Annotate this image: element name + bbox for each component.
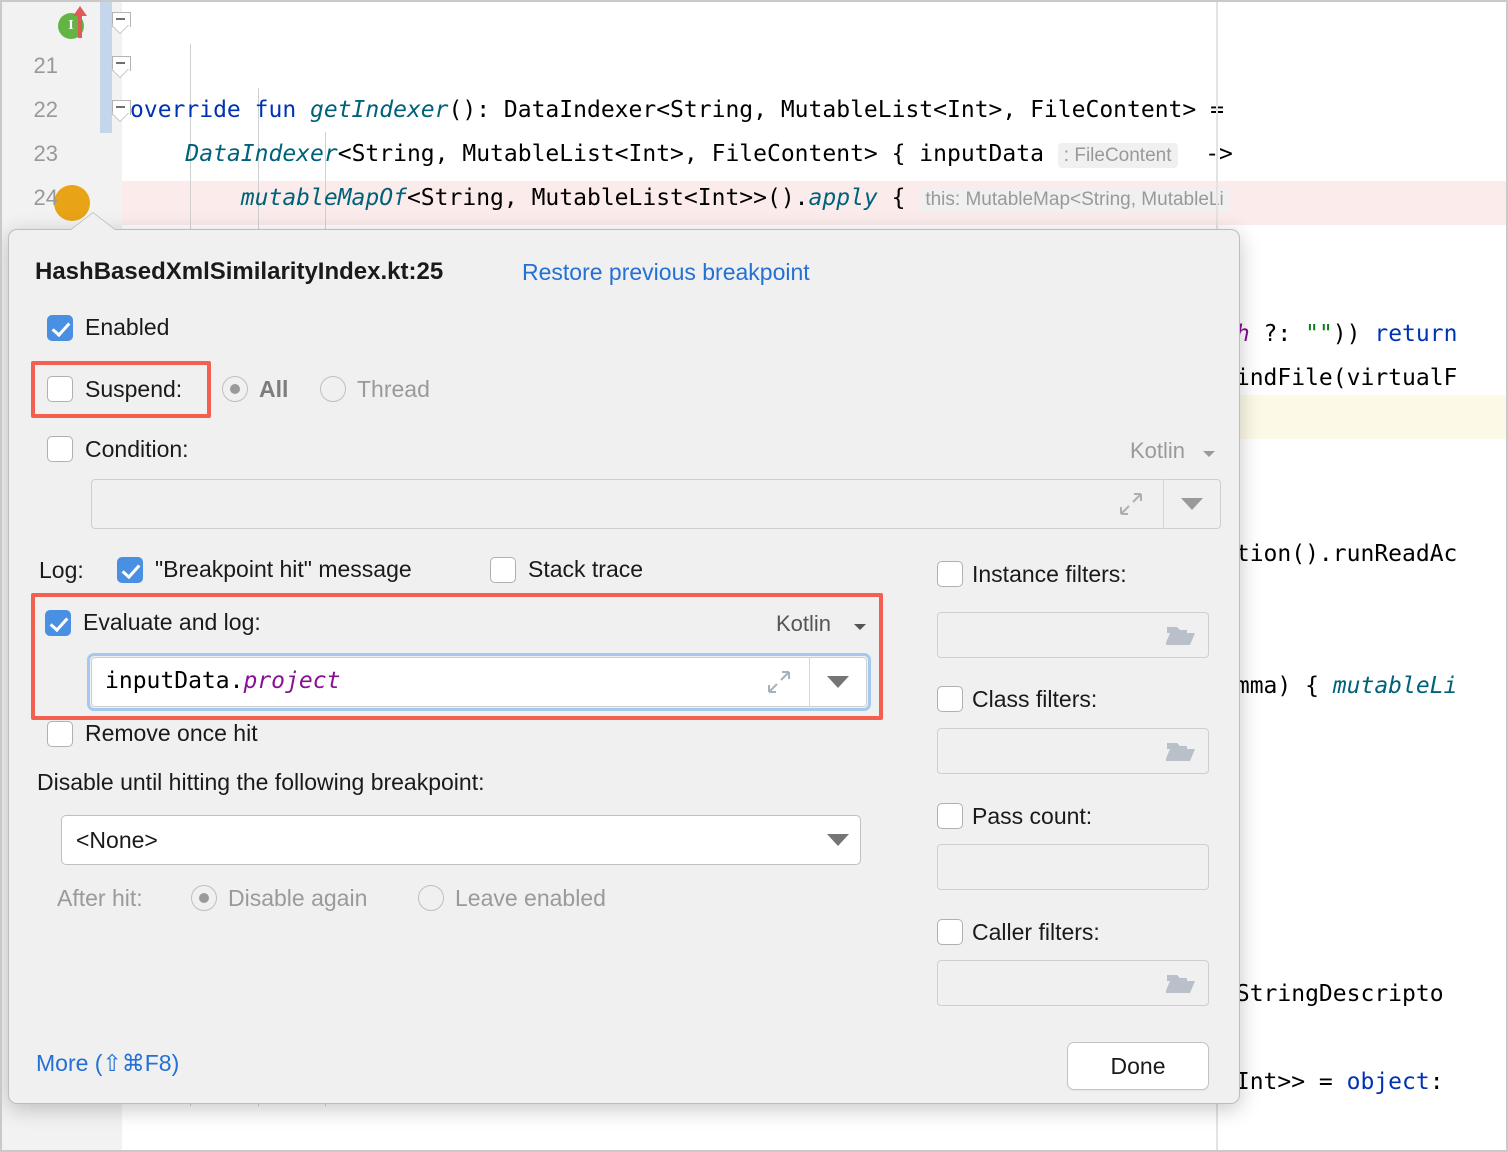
suspend-all-label: All [259, 376, 288, 403]
class-filters-label: Class filters: [972, 686, 1097, 713]
popup-title: HashBasedXmlSimilarityIndex.kt:25 [35, 258, 443, 286]
bg-frag-text-6: <Int>> = object: [1222, 1060, 1444, 1104]
log-label: Log: [39, 557, 84, 584]
disable-until-dropdown[interactable] [61, 815, 861, 865]
code-line-22: 22 DataIndexer<String, MutableList<Int>,… [0, 44, 1508, 88]
condition-checkbox[interactable] [47, 436, 73, 462]
condition-label: Condition: [85, 436, 189, 463]
caller-filters-label: Caller filters: [972, 919, 1100, 946]
bg-code-fragment-1: th ?: "")) return [1222, 268, 1508, 312]
evaluate-and-log-label: Evaluate and log: [83, 609, 261, 636]
remove-once-hit-label: Remove once hit [85, 720, 258, 747]
class-filters-checkbox[interactable] [937, 686, 963, 712]
instance-filters-folder-icon[interactable] [1166, 624, 1196, 648]
code-line-23: 23 mutableMapOf<String, MutableList<Int>… [0, 88, 1508, 132]
log-stack-trace-checkbox[interactable] [490, 557, 516, 583]
screen: I 21 override fun getIndexer(): DataInde… [0, 0, 1508, 1152]
condition-input[interactable] [91, 479, 1221, 529]
restore-previous-breakpoint-link[interactable]: Restore previous breakpoint [522, 259, 810, 286]
evaluate-history-dropdown-icon[interactable] [827, 676, 849, 688]
more-settings-link[interactable]: More (⇧⌘F8) [36, 1050, 179, 1077]
evaluate-language-label[interactable]: Kotlin [776, 611, 831, 637]
popup-pointer [71, 213, 115, 230]
suspend-label: Suspend: [85, 376, 182, 403]
code-line-46: 46 DataInputOutputUtil.writeINT(out, val… [0, 1098, 1508, 1142]
bg-frag-text-5: rStringDescripto [1222, 972, 1444, 1016]
pass-count-checkbox[interactable] [937, 803, 963, 829]
after-hit-disable-again-radio[interactable] [191, 885, 217, 911]
code-line-21: 21 override fun getIndexer(): DataIndexe… [0, 0, 1508, 44]
log-breakpoint-hit-label: "Breakpoint hit" message [155, 556, 412, 583]
evaluate-and-log-checkbox[interactable] [45, 610, 71, 636]
evaluate-value-suffix: project [243, 668, 340, 694]
evaluate-value-prefix: inputData. [105, 668, 243, 694]
bg-code-fragment-4: emma) { mutableLi [1222, 620, 1508, 664]
condition-field-separator [1163, 479, 1164, 529]
caller-filters-checkbox[interactable] [937, 919, 963, 945]
condition-language-chevron-down-icon[interactable] [1203, 451, 1215, 457]
bg-code-fragment-2: findFile(virtualF [1222, 312, 1508, 356]
bg-code-fragment-5: rStringDescripto [1222, 928, 1508, 972]
after-hit-disable-again-label: Disable again [228, 885, 367, 912]
pass-count-input[interactable] [937, 844, 1209, 890]
after-hit-label: After hit: [57, 885, 143, 912]
bg-frag-text-4: emma) { mutableLi [1222, 664, 1457, 708]
suspend-thread-label: Thread [357, 376, 430, 403]
bg-code-fragment-6: <Int>> = object: [1222, 1016, 1508, 1060]
evaluate-language-chevron-down-icon[interactable] [854, 624, 866, 630]
suspend-thread-radio[interactable] [320, 376, 346, 402]
after-hit-leave-enabled-label: Leave enabled [455, 885, 606, 912]
bg-frag-text-2: findFile(virtualF [1222, 356, 1457, 400]
evaluate-and-log-value: inputData.project [105, 668, 340, 694]
log-breakpoint-hit-checkbox[interactable] [117, 557, 143, 583]
condition-language-label[interactable]: Kotlin [1130, 438, 1185, 464]
pass-count-label: Pass count: [972, 803, 1092, 830]
condition-expand-icon[interactable] [1119, 492, 1143, 516]
line-number: 46 [0, 1142, 58, 1152]
instance-filters-checkbox[interactable] [937, 561, 963, 587]
log-stack-trace-label: Stack trace [528, 556, 643, 583]
caller-filters-folder-icon[interactable] [1166, 972, 1196, 996]
suspend-all-radio[interactable] [222, 376, 248, 402]
enabled-checkbox[interactable] [47, 315, 73, 341]
disable-until-chevron-down-icon[interactable] [827, 834, 849, 846]
suspend-checkbox[interactable] [47, 376, 73, 402]
class-filters-folder-icon[interactable] [1166, 740, 1196, 764]
enabled-label: Enabled [85, 314, 169, 341]
evaluate-expand-icon[interactable] [767, 670, 791, 694]
condition-history-dropdown-icon[interactable] [1181, 498, 1203, 510]
breakpoint-properties-popup: HashBasedXmlSimilarityIndex.kt:25 Restor… [8, 229, 1240, 1104]
code-line-25: 25 val project : Project! = inputData.pr… [0, 181, 1508, 225]
disable-until-label: Disable until hitting the following brea… [37, 769, 485, 796]
after-hit-leave-enabled-radio[interactable] [418, 885, 444, 911]
disable-until-value: <None> [76, 827, 158, 854]
instance-filters-label: Instance filters: [972, 561, 1127, 588]
bg-frag-text-3: ation().runReadAc [1222, 532, 1457, 576]
remove-once-hit-checkbox[interactable] [47, 721, 73, 747]
done-button[interactable]: Done [1067, 1042, 1209, 1090]
evaluate-field-separator [809, 657, 810, 707]
code-line-24: 24 val virtualFile : VirtualFile = input… [0, 132, 1508, 176]
bg-code-fragment-3: ation().runReadAc [1222, 488, 1508, 532]
